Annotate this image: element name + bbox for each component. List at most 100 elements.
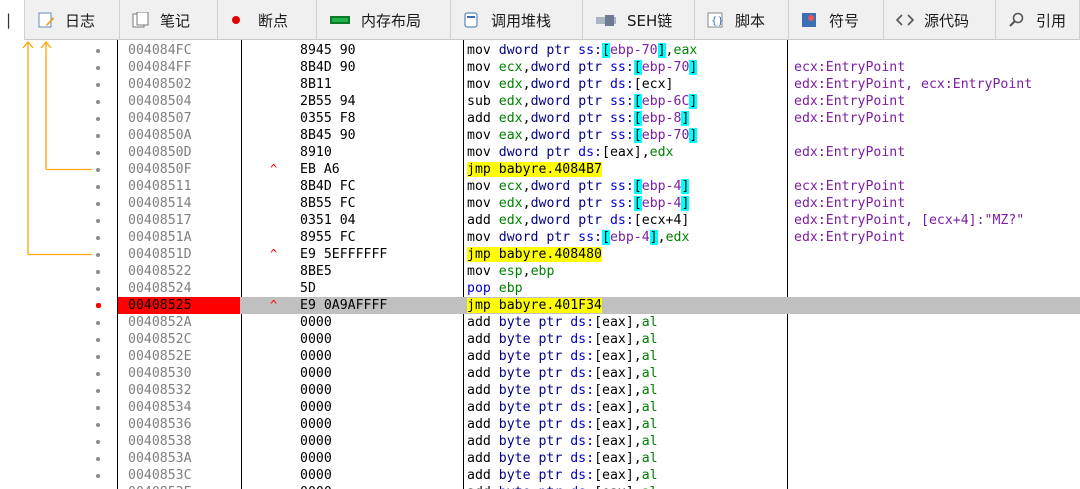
gutter-dot-icon[interactable] <box>96 337 100 342</box>
instruction-token: add <box>467 451 491 466</box>
disasm-row[interactable]: 00408532 0000 add byte ptr ds:[eax],al <box>118 382 1080 399</box>
gutter-dot-icon[interactable] <box>96 167 100 172</box>
disasm-row[interactable]: 00408530 0000 add byte ptr ds:[eax],al <box>118 365 1080 382</box>
disasm-row[interactable]: 004084FF 8B4D 90 mov ecx,dword ptr ss:[ebp… <box>118 59 1080 76</box>
gutter-dot-icon[interactable] <box>96 218 100 223</box>
gutter-dot-icon[interactable] <box>96 269 100 274</box>
instruction-token: , <box>522 94 531 109</box>
gutter-dot-icon[interactable] <box>96 354 100 359</box>
disasm-row[interactable]: 00408538 0000 add byte ptr ds:[eax],al <box>118 433 1080 450</box>
disasm-row[interactable]: 0040852C 0000 add byte ptr ds:[eax],al <box>118 331 1080 348</box>
tab-call-stack[interactable]: 调用堆栈 <box>451 0 583 40</box>
instruction-token: ds: <box>570 332 595 347</box>
instruction-token: add <box>467 111 491 126</box>
gutter-dot-icon[interactable] <box>96 150 100 155</box>
disasm-row[interactable]: 00408511 8B4D FC mov ecx,dword ptr ss:[ebp… <box>118 178 1080 195</box>
gutter-dot-icon[interactable] <box>96 371 100 376</box>
instruction-token: [eax] <box>594 332 634 347</box>
tab-breakpoint[interactable]: 断点 <box>218 0 317 40</box>
gutter-dot-icon[interactable] <box>96 473 100 478</box>
disasm-row[interactable]: 0040853E 0000 add byte ptr ds:[eax],al <box>118 484 1080 489</box>
disasm-row[interactable]: 00408517 0351 04 add edx,dword ptr ds:[ecx… <box>118 212 1080 229</box>
instruction-token: , <box>633 349 642 364</box>
instruction-token: , <box>633 383 642 398</box>
opcode-bytes: 0000 <box>300 366 332 381</box>
instruction-token: esp <box>498 264 523 279</box>
disasm-row[interactable]: 00408536 0000 add byte ptr ds:[eax],al <box>118 416 1080 433</box>
instruction-token: mov <box>467 77 491 92</box>
disasm-row[interactable]: 00408522 8BE5 mov esp,ebp <box>118 263 1080 280</box>
address: 004084FF <box>128 60 192 75</box>
tab-log[interactable]: 日志 <box>25 0 120 40</box>
gutter-dot-icon[interactable] <box>96 320 100 325</box>
instruction-token: mov <box>467 128 491 143</box>
instruction-token: ds: <box>570 366 595 381</box>
instruction-token: ss: <box>609 111 634 126</box>
gutter-dot-icon[interactable] <box>96 99 100 104</box>
gutter-dot-icon[interactable] <box>96 48 100 53</box>
tab-memory-map[interactable]: 内存布局 <box>317 0 451 40</box>
disasm-row[interactable]: 0040852A 0000 add byte ptr ds:[eax],al <box>118 314 1080 331</box>
instruction-token: [ <box>602 230 610 245</box>
breakpoint-dot-icon[interactable] <box>95 303 101 308</box>
disasm-row[interactable]: 0040853A 0000 add byte ptr ds:[eax],al <box>118 450 1080 467</box>
address: 0040852E <box>128 349 192 364</box>
disassembly-view[interactable]: 004084FC 8945 90 mov dword ptr ss:[ebp-70]… <box>0 40 1080 489</box>
disasm-row[interactable]: 0040850D 8910 mov dword ptr ds:[eax],edx ed… <box>118 144 1080 161</box>
instruction: add byte ptr ds:[eax],al <box>467 348 658 365</box>
tab-cpu[interactable]: | <box>0 0 25 40</box>
disasm-row[interactable]: 00408504 2B55 94 sub edx,dword ptr ss:[ebp… <box>118 93 1080 110</box>
gutter-dot-icon[interactable] <box>96 439 100 444</box>
instruction-token: edx <box>498 111 523 126</box>
gutter-dot-icon[interactable] <box>96 184 100 189</box>
tab-label: 断点 <box>258 11 289 30</box>
opcode-bytes: 8B4D FC <box>300 179 356 194</box>
svg-text:{}: {} <box>711 16 724 27</box>
disasm-row[interactable]: 0040850A 8B45 90 mov eax,dword ptr ss:[ebp… <box>118 127 1080 144</box>
instruction-token: byte ptr <box>490 417 571 432</box>
instruction-token <box>491 179 499 194</box>
disasm-row[interactable]: 004084FC 8945 90 mov dword ptr ss:[ebp-70]… <box>118 42 1080 59</box>
gutter-dot-icon[interactable] <box>96 388 100 393</box>
tab-source[interactable]: 源代码 <box>884 0 996 40</box>
disasm-row[interactable]: 0040853C 0000 add byte ptr ds:[eax],al <box>118 467 1080 484</box>
gutter-dot-icon[interactable] <box>96 65 100 70</box>
disasm-row[interactable]: 00408502 8B11 mov edx,dword ptr ds:[ecx] ed… <box>118 76 1080 93</box>
disasm-row[interactable]: 00408507 0355 F8 add edx,dword ptr ss:[ebp… <box>118 110 1080 127</box>
disasm-row[interactable]: 0040852E 0000 add byte ptr ds:[eax],al <box>118 348 1080 365</box>
instruction-token: mov <box>467 60 491 75</box>
gutter-dot-icon[interactable] <box>96 422 100 427</box>
gutter-dot-icon[interactable] <box>96 116 100 121</box>
disasm-row[interactable]: 0040851D ^ E9 5EFFFFFF jmp babyre.408480 <box>118 246 1080 263</box>
address: 00408504 <box>128 94 192 109</box>
tab-bar: | 日志 笔记 断点 内存布局 调用堆栈 SEH链 {} 脚本 符号 源代码 引用 <box>0 0 1080 40</box>
disasm-row[interactable]: 0040851A 8955 FC mov dword ptr ss:[ebp-4],… <box>118 229 1080 246</box>
instruction: mov dword ptr ss:[ebp-4],edx <box>467 229 689 246</box>
gutter-dot-icon[interactable] <box>96 286 100 291</box>
tab-references[interactable]: 引用 <box>996 0 1080 40</box>
instruction: add byte ptr ds:[eax],al <box>467 416 658 433</box>
instruction-token: ] <box>649 230 658 245</box>
instruction-token: eax <box>498 128 523 143</box>
gutter-dot-icon[interactable] <box>96 82 100 87</box>
gutter-dot-icon[interactable] <box>96 201 100 206</box>
disasm-row[interactable]: 00408525 ^ E9 0A9AFFFF jmp babyre.401F34 <box>118 297 1080 314</box>
tab-seh-chain[interactable]: SEH链 <box>583 0 695 40</box>
gutter-dot-icon[interactable] <box>96 133 100 138</box>
tab-notes[interactable]: 笔记 <box>120 0 218 40</box>
disasm-row[interactable]: 00408534 0000 add byte ptr ds:[eax],al <box>118 399 1080 416</box>
gutter-dot-icon[interactable] <box>96 456 100 461</box>
instruction-token: , <box>633 468 642 483</box>
tab-symbols[interactable]: 符号 <box>789 0 884 40</box>
instruction-token: ] <box>689 94 698 109</box>
instruction-token: ss: <box>609 60 634 75</box>
opcode-bytes: 8B45 90 <box>300 128 356 143</box>
gutter-dot-icon[interactable] <box>96 252 100 257</box>
instruction-token: ebp-8 <box>641 111 682 126</box>
disasm-row[interactable]: 00408514 8B55 FC mov edx,dword ptr ss:[ebp… <box>118 195 1080 212</box>
gutter-dot-icon[interactable] <box>96 235 100 240</box>
gutter-dot-icon[interactable] <box>96 405 100 410</box>
tab-script[interactable]: {} 脚本 <box>695 0 789 40</box>
disasm-row[interactable]: 0040850F ^ EB A6 jmp babyre.4084B7 <box>118 161 1080 178</box>
disasm-row[interactable]: 00408524 5D pop ebp <box>118 280 1080 297</box>
